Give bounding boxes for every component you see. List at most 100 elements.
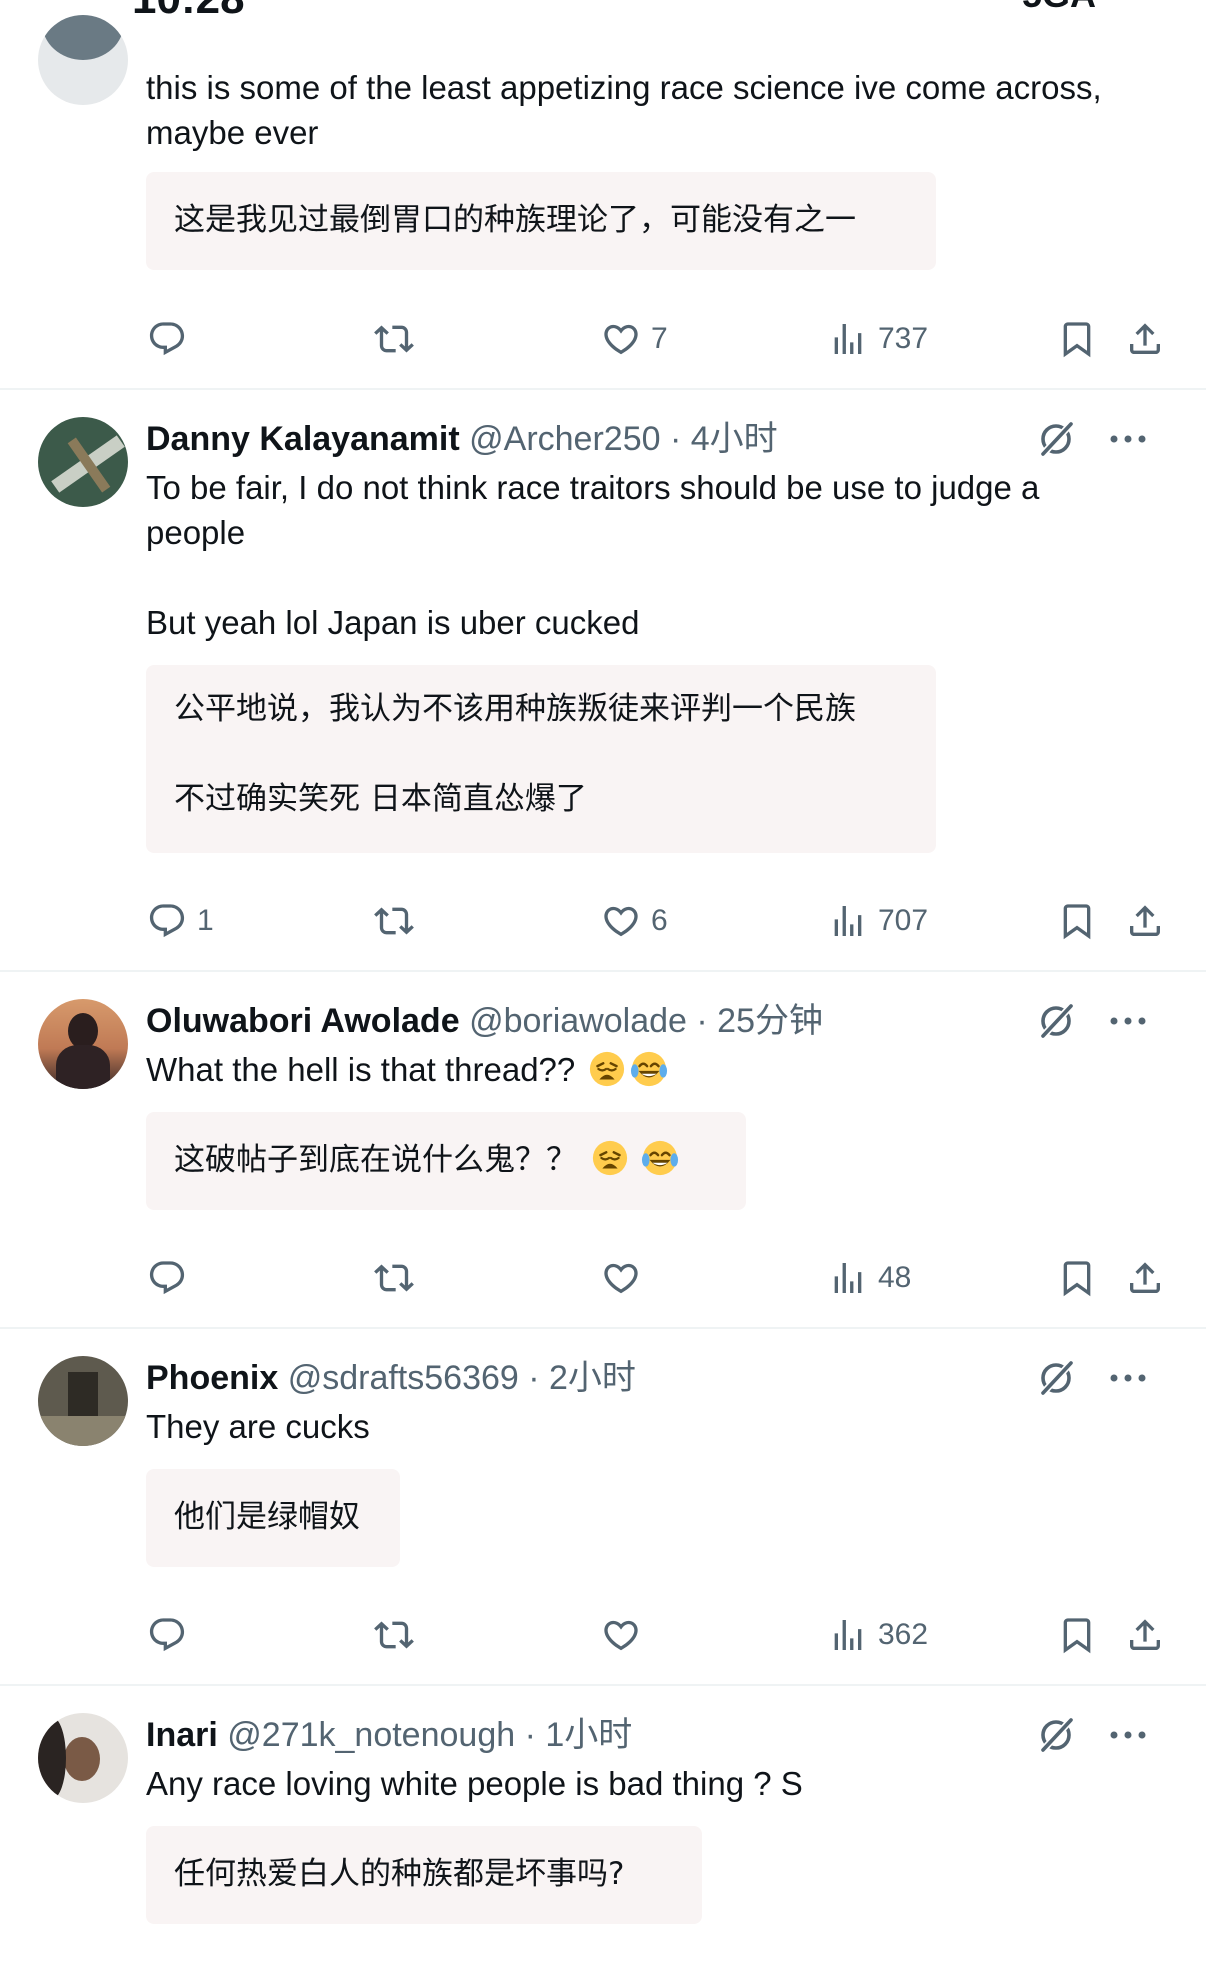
reply-button[interactable] (147, 1611, 197, 1659)
avatar[interactable] (38, 15, 128, 105)
tweet-line: people (146, 514, 246, 551)
timestamp[interactable]: 1小时 (545, 1716, 632, 1754)
reply-tweet[interactable]: Danny Kalayanamit @Archer250 · 4小时 To be… (0, 390, 1206, 972)
translation-box: 任何热爱白人的种族都是坏事吗? (146, 1826, 702, 1924)
display-name[interactable]: Phoenix (146, 1359, 278, 1397)
timestamp[interactable]: 25分钟 (717, 1002, 823, 1040)
like-button[interactable]: 7 (601, 315, 668, 363)
translation-box: 公平地说，我认为不该用种族叛徒来评判一个民族 不过确实笑死 日本简直怂爆了 (146, 665, 936, 853)
reply-icon (147, 901, 187, 941)
user-handle[interactable]: @271k_notenough (227, 1716, 515, 1754)
tears-of-joy-emoji-icon (641, 1139, 679, 1177)
grok-icon[interactable] (1036, 419, 1076, 459)
views-icon (828, 319, 868, 359)
retweet-button[interactable] (374, 1254, 424, 1302)
bookmark-button[interactable] (1057, 1611, 1097, 1659)
bookmark-button[interactable] (1057, 1254, 1097, 1302)
reply-icon (147, 319, 187, 359)
share-button[interactable] (1125, 315, 1165, 363)
avatar[interactable] (38, 1713, 128, 1803)
heart-icon (601, 1615, 641, 1655)
avatar[interactable] (38, 417, 128, 507)
bookmark-icon (1057, 901, 1097, 941)
reply-count: 1 (197, 904, 214, 937)
bookmark-button[interactable] (1057, 315, 1097, 363)
tweet-header: Oluwabori Awolade @boriawolade · 25分钟 (146, 996, 823, 1046)
display-name[interactable]: Inari (146, 1716, 218, 1754)
reply-tweet[interactable]: this is some of the least appetizing rac… (0, 0, 1206, 390)
view-count: 707 (878, 904, 929, 937)
bookmark-icon (1057, 1615, 1097, 1655)
reply-button[interactable] (147, 315, 197, 363)
action-bar: 7 737 (0, 315, 1206, 363)
user-handle[interactable]: @boriawolade (469, 1002, 687, 1040)
retweet-icon (374, 319, 414, 359)
reply-tweet[interactable]: Inari @271k_notenough · 1小时 Any race lov… (0, 1686, 1206, 1963)
more-options-icon[interactable] (1108, 1729, 1148, 1741)
like-button[interactable] (601, 1611, 651, 1659)
share-icon (1125, 1258, 1165, 1298)
like-count: 6 (651, 904, 668, 937)
translation-box: 他们是绿帽奴 (146, 1469, 400, 1567)
reply-tweet[interactable]: Oluwabori Awolade @boriawolade · 25分钟 Wh… (0, 972, 1206, 1329)
more-options-icon[interactable] (1108, 1015, 1148, 1027)
grok-icon[interactable] (1036, 1358, 1076, 1398)
views-button[interactable]: 737 (828, 315, 928, 363)
like-button[interactable]: 6 (601, 897, 668, 945)
translation-line: 他们是绿帽奴 (174, 1499, 360, 1535)
share-button[interactable] (1125, 897, 1165, 945)
tweet-text: Any race loving white people is bad thin… (146, 1761, 1146, 1806)
views-button[interactable]: 48 (828, 1254, 911, 1302)
retweet-button[interactable] (374, 897, 424, 945)
share-icon (1125, 901, 1165, 941)
timestamp[interactable]: 4小时 (691, 420, 778, 458)
tweet-line: But yeah lol Japan is uber cucked (146, 604, 640, 641)
action-bar: 362 (0, 1611, 1206, 1659)
views-button[interactable]: 707 (828, 897, 928, 945)
tweet-line: To be fair, I do not think race traitors… (146, 469, 1040, 506)
tweet-text: this is some of the least appetizing rac… (146, 65, 1146, 155)
translation-line: 公平地说，我认为不该用种族叛徒来评判一个民族 (174, 691, 856, 727)
grok-icon[interactable] (1036, 1715, 1076, 1755)
action-bar: 48 (0, 1254, 1206, 1302)
reply-button[interactable] (147, 1254, 197, 1302)
heart-icon (601, 901, 641, 941)
heart-icon (601, 319, 641, 359)
retweet-icon (374, 1258, 414, 1298)
separator: · (518, 1359, 550, 1397)
avatar[interactable] (38, 1356, 128, 1446)
share-icon (1125, 319, 1165, 359)
tweet-header: Inari @271k_notenough · 1小时 (146, 1710, 632, 1760)
tweet-header: Danny Kalayanamit @Archer250 · 4小时 (146, 414, 778, 464)
tweet-line (146, 555, 1146, 600)
bookmark-icon (1057, 1258, 1097, 1298)
grok-icon[interactable] (1036, 1001, 1076, 1041)
tweet-line: What the hell is that thread?? (146, 1051, 576, 1088)
display-name[interactable]: Danny Kalayanamit (146, 420, 460, 458)
user-handle[interactable]: @Archer250 (469, 420, 660, 458)
user-handle[interactable]: @sdrafts56369 (288, 1359, 519, 1397)
tweet-line: Any race loving white people is bad thin… (146, 1765, 803, 1802)
reply-button[interactable]: 1 (147, 897, 214, 945)
bookmark-button[interactable] (1057, 897, 1097, 945)
reply-tweet[interactable]: Phoenix @sdrafts56369 · 2小时 They are cuc… (0, 1329, 1206, 1686)
retweet-button[interactable] (374, 1611, 424, 1659)
tweet-line: They are cucks (146, 1408, 370, 1445)
more-options-icon[interactable] (1108, 433, 1148, 445)
retweet-button[interactable] (374, 315, 424, 363)
separator: · (515, 1716, 546, 1754)
share-button[interactable] (1125, 1254, 1165, 1302)
translation-line (174, 732, 908, 777)
translation-box: 这破帖子到底在说什么鬼？？ (146, 1112, 746, 1210)
views-button[interactable]: 362 (828, 1611, 928, 1659)
weary-face-emoji-icon (588, 1050, 626, 1088)
view-count: 362 (878, 1618, 929, 1651)
like-button[interactable] (601, 1254, 651, 1302)
avatar[interactable] (38, 999, 128, 1089)
bookmark-icon (1057, 319, 1097, 359)
share-button[interactable] (1125, 1611, 1165, 1659)
more-options-icon[interactable] (1108, 1372, 1148, 1384)
display-name[interactable]: Oluwabori Awolade (146, 1002, 460, 1040)
timestamp[interactable]: 2小时 (549, 1359, 636, 1397)
like-count: 7 (651, 322, 668, 355)
